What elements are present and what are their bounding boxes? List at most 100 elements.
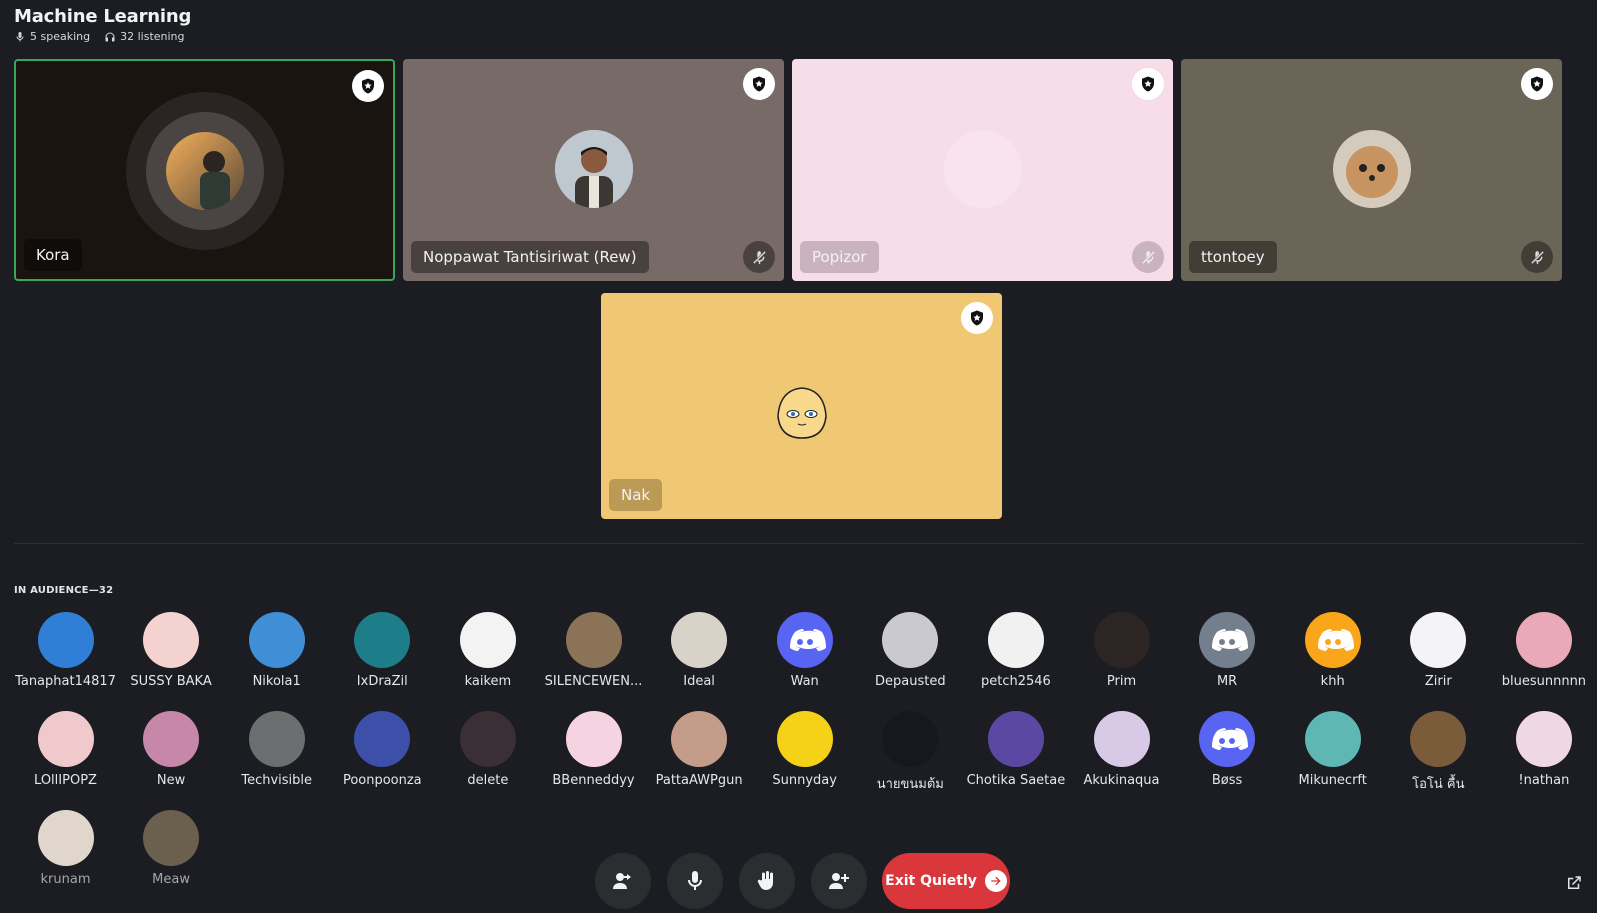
moderator-badge-icon <box>352 70 384 102</box>
avatar <box>1410 612 1467 668</box>
moderator-badge-icon <box>1132 68 1164 100</box>
audience-member[interactable]: นายขนมต้ม <box>859 711 962 794</box>
popout-icon[interactable] <box>1565 874 1583 892</box>
audience-member-name: petch2546 <box>980 674 1051 689</box>
audience-member-name: Bøss <box>1211 773 1243 788</box>
avatar <box>37 612 94 668</box>
audience-member[interactable]: petch2546 <box>964 612 1067 689</box>
speaker-tile-nak[interactable]: Nak <box>601 293 1002 519</box>
exit-label: Exit Quietly <box>885 873 977 889</box>
avatar <box>1093 612 1150 668</box>
muted-microphone-icon <box>1132 241 1164 273</box>
audience-member-name: Poonpoonza <box>342 773 422 788</box>
muted-microphone-icon <box>743 241 775 273</box>
audience-member[interactable]: LOllIPOPZ <box>14 711 117 788</box>
discord-logo-icon <box>1317 629 1354 651</box>
audience-label: IN AUDIENCE—32 <box>14 585 114 596</box>
add-person-icon <box>829 873 849 889</box>
speaker-tile-ttontoey[interactable]: ttontoey <box>1181 59 1562 281</box>
audience-member[interactable]: Nikola1 <box>225 612 328 689</box>
audience-member-name: Tanaphat14817 <box>15 674 116 689</box>
avatar <box>776 612 833 668</box>
avatar <box>143 612 200 668</box>
scrollbar-track[interactable] <box>1591 0 1597 898</box>
audience-member[interactable]: bluesunnnnn <box>1492 612 1595 689</box>
microphone-icon <box>16 31 24 41</box>
audience-member-name: New <box>156 773 186 788</box>
avatar <box>248 612 305 668</box>
arrow-right-icon <box>984 870 1007 892</box>
audience-member[interactable]: Prim <box>1070 612 1173 689</box>
avatar <box>565 612 622 668</box>
audience-member[interactable]: Mikunecrft <box>1281 711 1384 788</box>
microphone-button[interactable] <box>667 853 723 909</box>
audience-member[interactable]: Bøss <box>1176 711 1279 788</box>
person-arrow-icon <box>613 873 631 889</box>
avatar <box>1515 612 1572 668</box>
audience-member[interactable]: Akukinaqua <box>1070 711 1173 788</box>
audience-member[interactable]: Techvisible <box>225 711 328 788</box>
muted-microphone-icon <box>1521 241 1553 273</box>
avatar <box>1515 711 1572 767</box>
audience-member[interactable]: Ideal <box>648 612 751 689</box>
audience-member[interactable]: khh <box>1281 612 1384 689</box>
audience-member-name: Zirir <box>1424 674 1452 689</box>
avatar <box>987 711 1044 767</box>
audience-member-name: MR <box>1216 674 1238 689</box>
audience-member[interactable]: New <box>120 711 223 788</box>
raise-hand-button[interactable] <box>739 853 795 909</box>
audience-member-name: delete <box>467 773 509 788</box>
audience-member[interactable]: kaikem <box>436 612 539 689</box>
avatar <box>1199 711 1256 767</box>
audience-member[interactable]: SUSSY BAKA <box>120 612 223 689</box>
speaker-tile-popizor[interactable]: Popizor <box>792 59 1173 281</box>
audience-member-name: khh <box>1320 674 1345 689</box>
audience-member-name: โอโน่ คื้น <box>1412 777 1465 792</box>
stage-header: Machine Learning 5 speaking 32 listening <box>14 6 191 43</box>
audience-member[interactable]: Poonpoonza <box>331 711 434 788</box>
audience-member[interactable]: Zirir <box>1387 612 1490 689</box>
microphone-icon <box>688 871 702 890</box>
speaker-tile-kora[interactable]: Kora <box>14 59 395 281</box>
audience-member-name: Wan <box>790 674 819 689</box>
exit-quietly-button[interactable]: Exit Quietly <box>882 853 1010 909</box>
stage-controls: Exit Quietly <box>0 853 1597 913</box>
speaker-name: Noppawat Tantisiriwat (Rew) <box>411 241 649 273</box>
audience-member[interactable]: Sunnyday <box>753 711 856 788</box>
audience-member[interactable]: Wan <box>753 612 856 689</box>
audience-member-name: !nathan <box>1518 773 1570 788</box>
audience-member[interactable]: !nathan <box>1492 711 1595 788</box>
avatar <box>1332 130 1411 208</box>
audience-member[interactable]: Chotika Saetae <box>964 711 1067 788</box>
discord-logo-icon <box>789 629 826 651</box>
audience-member[interactable]: Depausted <box>859 612 962 689</box>
audience-member-name: Sunnyday <box>772 773 837 788</box>
avatar <box>671 711 728 767</box>
speaker-tile-noppawat[interactable]: Noppawat Tantisiriwat (Rew) <box>403 59 784 281</box>
audience-member[interactable]: โอโน่ คื้น <box>1387 711 1490 794</box>
audience-member[interactable]: Tanaphat14817 <box>14 612 117 689</box>
audience-member[interactable]: SILENCEWEN... <box>542 612 645 689</box>
avatar <box>354 711 411 767</box>
stage-title: Machine Learning <box>14 6 192 27</box>
audience-member[interactable]: IxDraZil <box>331 612 434 689</box>
audience-member[interactable]: MR <box>1176 612 1279 689</box>
audience-member-name: Nikola1 <box>252 674 301 689</box>
avatar <box>671 612 728 668</box>
audience-member-name: Prim <box>1106 674 1137 689</box>
avatar <box>354 612 411 668</box>
avatar <box>987 612 1044 668</box>
audience-member[interactable]: PattaAWPgun <box>648 711 751 788</box>
audience-member-name: PattaAWPgun <box>655 773 743 788</box>
audience-member[interactable]: delete <box>436 711 539 788</box>
avatar <box>1304 711 1361 767</box>
moderator-badge-icon <box>743 68 775 100</box>
speaker-name: Kora <box>24 239 82 271</box>
avatar <box>459 711 516 767</box>
avatar <box>143 711 200 767</box>
avatar <box>882 612 939 668</box>
move-to-audience-button[interactable] <box>595 853 651 909</box>
invite-button[interactable] <box>811 853 867 909</box>
section-divider <box>14 543 1583 544</box>
audience-member[interactable]: BBenneddyy <box>542 711 645 788</box>
